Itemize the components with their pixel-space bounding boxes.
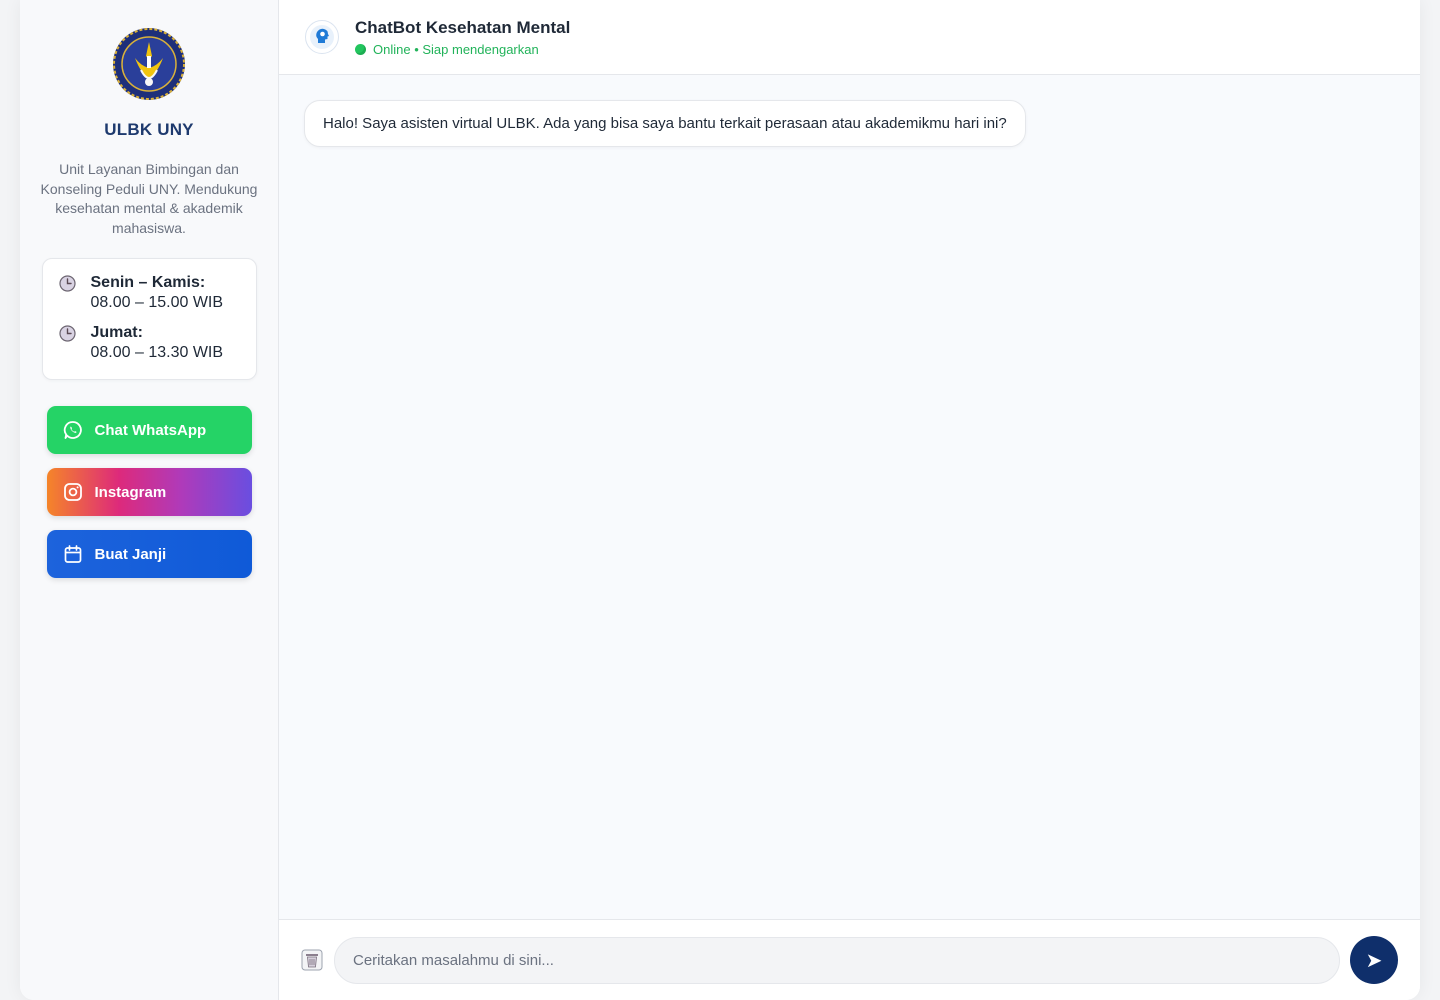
whatsapp-icon: [63, 421, 82, 439]
brand-title: ULBK UNY: [104, 120, 194, 139]
status-text: Online • Siap mendengarkan: [373, 41, 539, 57]
chat-panel: ChatBot Kesehatan Mental Online • Siap m…: [279, 0, 1420, 1000]
chat-title: ChatBot Kesehatan Mental: [355, 17, 571, 37]
online-dot-icon: [355, 43, 366, 55]
send-icon: ➤: [1365, 949, 1383, 972]
whatsapp-button-label: Chat WhatsApp: [94, 421, 207, 439]
sidebar: ULBK UNY Unit Layanan Bimbingan dan Kons…: [20, 0, 279, 1000]
clock-icon: [58, 325, 76, 342]
whatsapp-button[interactable]: Chat WhatsApp: [46, 406, 252, 454]
uny-logo: [113, 28, 185, 100]
instagram-button[interactable]: Instagram: [46, 468, 252, 516]
hours-row-fri: Jumat: 08.00 – 13.30 WIB: [58, 323, 240, 363]
app-window: ULBK UNY Unit Layanan Bimbingan dan Kons…: [20, 0, 1420, 1000]
office-hours-card: Senin – Kamis: 08.00 – 15.00 WIB Jumat: …: [41, 258, 257, 380]
hours-row-mon-thu: Senin – Kamis: 08.00 – 15.00 WIB: [58, 273, 240, 313]
bot-message: Halo! Saya asisten virtual ULBK. Ada yan…: [304, 100, 1026, 147]
message-input[interactable]: [334, 936, 1340, 984]
message-list: Halo! Saya asisten virtual ULBK. Ada yan…: [279, 75, 1420, 919]
brain-head-icon: [310, 25, 334, 49]
instagram-button-label: Instagram: [94, 483, 167, 501]
clear-chat-icon[interactable]: [301, 949, 323, 971]
clock-icon: [58, 275, 76, 292]
hours-day: Jumat:: [90, 324, 143, 341]
online-status: Online • Siap mendengarkan: [355, 42, 570, 57]
appointment-button[interactable]: Buat Janji: [46, 530, 252, 578]
chat-header: ChatBot Kesehatan Mental Online • Siap m…: [279, 0, 1420, 75]
hours-time: 08.00 – 13.30 WIB: [90, 344, 224, 361]
instagram-icon: [63, 483, 82, 501]
hours-day: Senin – Kamis:: [90, 274, 206, 291]
hours-time: 08.00 – 15.00 WIB: [90, 294, 224, 311]
bot-avatar: [305, 20, 339, 54]
message-composer: ➤: [279, 919, 1420, 1000]
calendar-icon: [64, 545, 81, 563]
send-button[interactable]: ➤: [1350, 936, 1398, 984]
appointment-button-label: Buat Janji: [94, 545, 167, 563]
brand-description: Unit Layanan Bimbingan dan Konseling Ped…: [40, 161, 258, 236]
